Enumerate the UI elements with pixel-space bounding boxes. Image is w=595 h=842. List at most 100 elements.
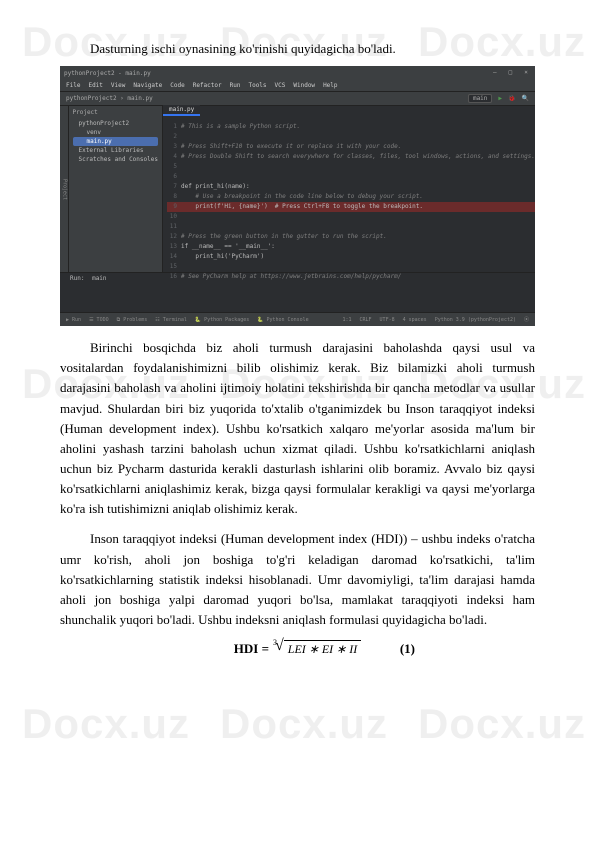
ide-left-gutter[interactable]: Project: [60, 106, 69, 272]
hdi-formula: HDI = 3 √ LEI ∗ EI ∗ II: [234, 640, 361, 657]
project-tool-label: Project: [73, 109, 98, 116]
code-text[interactable]: # This is a sample Python script.: [181, 122, 300, 132]
intro-text: Dasturning ischi oynasining ko'rinishi q…: [60, 40, 535, 58]
ide-statusbar: ▶ Run ☰ TODO ⧉ Problems ☷ Terminal 🐍 Pyt…: [60, 312, 535, 326]
code-text[interactable]: if __name__ == '__main__':: [181, 242, 275, 252]
code-line[interactable]: 9 print(f'Hi, {name}') # Press Ctrl+F8 t…: [167, 202, 535, 212]
code-area[interactable]: 1# This is a sample Python script.23# Pr…: [163, 122, 535, 282]
line-number: 5: [167, 162, 181, 172]
editor-tab[interactable]: main.py: [163, 105, 200, 116]
line-number: 2: [167, 132, 181, 142]
code-text[interactable]: def print_hi(name):: [181, 182, 250, 192]
status-caret[interactable]: 1:1: [342, 317, 351, 323]
status-lock-icon[interactable]: ⦿: [524, 316, 529, 323]
code-line[interactable]: 11: [167, 222, 535, 232]
code-line[interactable]: 1# This is a sample Python script.: [167, 122, 535, 132]
ide-screenshot: pythonProject2 - main.py – □ × File Edit…: [60, 66, 535, 326]
menu-navigate[interactable]: Navigate: [133, 82, 162, 89]
tree-item[interactable]: venv: [73, 128, 158, 137]
run-config-name: main: [92, 275, 106, 282]
tree-root[interactable]: pythonProject2: [73, 119, 158, 128]
code-text[interactable]: print(f'Hi, {name}') # Press Ctrl+F8 to …: [181, 202, 423, 212]
search-icon[interactable]: 🔍: [522, 95, 529, 102]
status-problems[interactable]: ⧉ Problems: [117, 317, 148, 323]
code-line[interactable]: 4# Press Double Shift to search everywhe…: [167, 152, 535, 162]
code-line[interactable]: 5: [167, 162, 535, 172]
code-text[interactable]: # Use a breakpoint in the code line belo…: [181, 192, 423, 202]
formula-number: (1): [400, 641, 415, 657]
menu-view[interactable]: View: [111, 82, 125, 89]
tree-item-selected[interactable]: main.py: [73, 137, 158, 146]
status-line-sep[interactable]: CRLF: [360, 317, 372, 323]
code-line[interactable]: 6: [167, 172, 535, 182]
ide-window-title: pythonProject2 - main.py: [64, 70, 151, 77]
line-number: 9: [167, 202, 181, 212]
code-line[interactable]: 10: [167, 212, 535, 222]
status-run[interactable]: ▶ Run: [66, 317, 81, 323]
code-line[interactable]: 16# See PyCharm help at https://www.jetb…: [167, 272, 535, 282]
line-number: 1: [167, 122, 181, 132]
code-editor[interactable]: main.py 1# This is a sample Python scrip…: [163, 106, 535, 272]
line-number: 3: [167, 142, 181, 152]
cube-root-icon: 3 √ LEI ∗ EI ∗ II: [273, 640, 361, 657]
status-pyconsole[interactable]: 🐍 Python Console: [257, 317, 308, 323]
body-paragraph-1: Birinchi bosqichda biz aholi turmush dar…: [60, 338, 535, 519]
menu-file[interactable]: File: [66, 82, 80, 89]
minimize-icon[interactable]: –: [490, 68, 500, 78]
code-text[interactable]: # See PyCharm help at https://www.jetbra…: [181, 272, 401, 282]
radicand: LEI ∗ EI ∗ II: [284, 640, 361, 657]
code-text[interactable]: # Press Double Shift to search everywher…: [181, 152, 535, 162]
code-text[interactable]: # Press the green button in the gutter t…: [181, 232, 387, 242]
menu-vcs[interactable]: VCS: [275, 82, 286, 89]
status-todo[interactable]: ☰ TODO: [89, 317, 109, 323]
run-config-selector[interactable]: main: [468, 94, 492, 103]
menu-tools[interactable]: Tools: [248, 82, 266, 89]
code-line[interactable]: 14 print_hi('PyCharm'): [167, 252, 535, 262]
line-number: 10: [167, 212, 181, 222]
code-line[interactable]: 7def print_hi(name):: [167, 182, 535, 192]
status-pypackages[interactable]: 🐍 Python Packages: [195, 317, 249, 323]
code-line[interactable]: 12# Press the green button in the gutter…: [167, 232, 535, 242]
body-paragraph-2: Inson taraqqiyot indeksi (Human developm…: [60, 529, 535, 630]
line-number: 7: [167, 182, 181, 192]
line-number: 8: [167, 192, 181, 202]
code-line[interactable]: 8 # Use a breakpoint in the code line be…: [167, 192, 535, 202]
tree-item[interactable]: External Libraries: [73, 146, 158, 155]
project-tree[interactable]: Project pythonProject2 venv main.py Exte…: [69, 106, 163, 272]
code-line[interactable]: 2: [167, 132, 535, 142]
status-encoding[interactable]: UTF-8: [380, 317, 395, 323]
code-text[interactable]: print_hi('PyCharm'): [181, 252, 264, 262]
formula-row: HDI = 3 √ LEI ∗ EI ∗ II (1): [60, 640, 535, 657]
menu-window[interactable]: Window: [293, 82, 315, 89]
line-number: 12: [167, 232, 181, 242]
status-terminal[interactable]: ☷ Terminal: [155, 317, 187, 323]
status-interpreter[interactable]: Python 3.9 (pythonProject2): [435, 317, 516, 323]
code-line[interactable]: 13if __name__ == '__main__':: [167, 242, 535, 252]
run-label: Run:: [66, 274, 88, 283]
line-number: 14: [167, 252, 181, 262]
debug-icon[interactable]: 🐞: [508, 95, 515, 102]
code-line[interactable]: 15: [167, 262, 535, 272]
line-number: 15: [167, 262, 181, 272]
line-number: 13: [167, 242, 181, 252]
close-icon[interactable]: ×: [521, 68, 531, 78]
maximize-icon[interactable]: □: [505, 68, 515, 78]
line-number: 16: [167, 272, 181, 282]
tree-item[interactable]: Scratches and Consoles: [73, 155, 158, 164]
ide-menubar: File Edit View Navigate Code Refactor Ru…: [60, 80, 535, 92]
watermark: Docx.uz: [418, 700, 586, 748]
line-number: 11: [167, 222, 181, 232]
status-indent[interactable]: 4 spaces: [403, 317, 427, 323]
code-line[interactable]: 3# Press Shift+F10 to execute it or repl…: [167, 142, 535, 152]
menu-code[interactable]: Code: [170, 82, 184, 89]
menu-run[interactable]: Run: [230, 82, 241, 89]
line-number: 6: [167, 172, 181, 182]
breadcrumb[interactable]: pythonProject2 › main.py: [66, 95, 153, 102]
menu-help[interactable]: Help: [323, 82, 337, 89]
menu-refactor[interactable]: Refactor: [193, 82, 222, 89]
ide-toolbar: pythonProject2 › main.py main ▶ 🐞 🔍: [60, 92, 535, 106]
watermark: Docx.uz: [22, 700, 190, 748]
menu-edit[interactable]: Edit: [88, 82, 102, 89]
code-text[interactable]: # Press Shift+F10 to execute it or repla…: [181, 142, 401, 152]
run-button-icon[interactable]: ▶: [498, 95, 502, 102]
